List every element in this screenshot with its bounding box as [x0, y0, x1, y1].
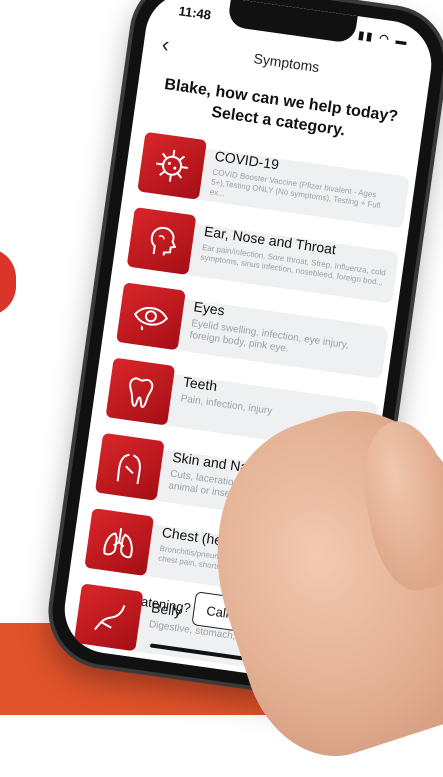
head-profile-icon: [126, 207, 197, 276]
tooth-icon: [105, 357, 176, 426]
signal-wifi-battery-icon: ▮▮ ◠ ▬: [357, 29, 410, 49]
torso-icon: [94, 432, 165, 501]
eye-icon: [116, 282, 186, 351]
status-time: 11:48: [177, 3, 213, 23]
belly-icon: [73, 583, 144, 652]
lungs-icon: [84, 508, 155, 577]
red-decorative-shape: [0, 248, 16, 316]
virus-icon: [137, 131, 207, 200]
